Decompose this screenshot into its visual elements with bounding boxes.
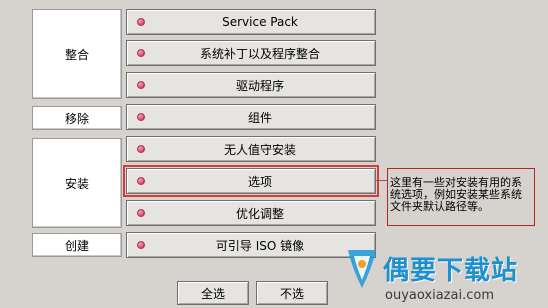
- button-label: 无人值守安装: [223, 142, 296, 157]
- category-label: 整合: [64, 47, 89, 62]
- button-label: 可引导 ISO 镜像: [215, 238, 305, 253]
- status-dot-icon: [137, 145, 145, 153]
- button-label: 选项: [247, 174, 272, 189]
- button-label: 优化调整: [235, 206, 284, 221]
- status-dot-icon: [137, 49, 145, 57]
- category-label: 安装: [64, 176, 89, 191]
- button-label: 驱动程序: [235, 78, 284, 93]
- category-create: 创建: [32, 233, 122, 257]
- watermark-logo-icon: [348, 250, 376, 288]
- tooltip-text: 这里有一些对安装有用的系统选项，例如安装某些系统文件夹默认路径等。: [390, 176, 522, 213]
- tooltip-connector: [376, 180, 387, 181]
- button-label: 全选: [200, 286, 225, 301]
- button-label: 系统补丁以及程序整合: [199, 46, 320, 61]
- category-install: 安装: [32, 138, 122, 228]
- service-pack-button[interactable]: Service Pack: [126, 9, 376, 35]
- components-button[interactable]: 组件: [126, 104, 376, 130]
- status-dot-icon: [137, 81, 145, 89]
- select-all-button[interactable]: 全选: [177, 281, 249, 305]
- button-label: 组件: [247, 110, 272, 125]
- category-remove: 移除: [32, 106, 122, 130]
- status-dot-icon: [137, 18, 145, 26]
- category-label: 创建: [64, 238, 89, 253]
- hotfix-integration-button[interactable]: 系统补丁以及程序整合: [126, 40, 376, 66]
- button-label: 不选: [279, 286, 304, 301]
- category-integrate: 整合: [32, 9, 122, 99]
- watermark-url: ouyaoxiazai.com: [385, 288, 494, 303]
- drivers-button[interactable]: 驱动程序: [126, 72, 376, 98]
- bootable-iso-button[interactable]: 可引导 ISO 镜像: [126, 232, 376, 258]
- description-tooltip: 这里有一些对安装有用的系统选项，例如安装某些系统文件夹默认路径等。: [387, 168, 535, 226]
- status-dot-icon: [137, 177, 145, 185]
- options-button[interactable]: 选项: [123, 165, 379, 197]
- unattended-setup-button[interactable]: 无人值守安装: [126, 136, 376, 162]
- status-dot-icon: [137, 113, 145, 121]
- status-dot-icon: [137, 241, 145, 249]
- tweaks-button[interactable]: 优化调整: [126, 200, 376, 226]
- watermark-title: 偶要下载站: [383, 256, 519, 286]
- deselect-all-button[interactable]: 不选: [256, 281, 328, 305]
- category-label: 移除: [64, 111, 89, 126]
- button-label: Service Pack: [222, 15, 298, 29]
- status-dot-icon: [137, 209, 145, 217]
